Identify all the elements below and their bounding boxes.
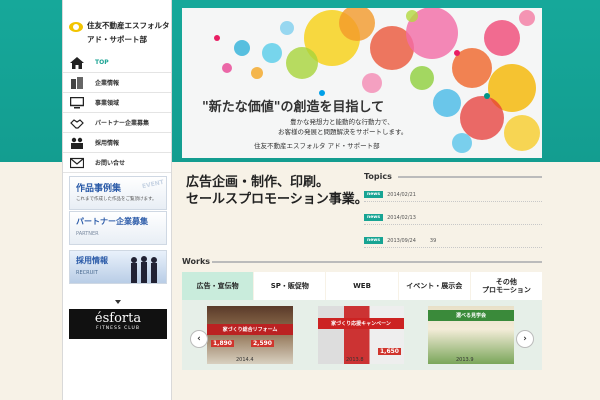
works-banner-deco: EVENT <box>141 178 165 191</box>
building-icon <box>69 76 85 89</box>
work-thumbnail[interactable]: 選べる見学会 <box>428 306 514 364</box>
envelope-icon <box>69 157 85 169</box>
works-heading: Works <box>182 257 542 266</box>
tab-sp-promo[interactable]: SP・販促物 <box>254 272 326 300</box>
tagline: 広告企画・制作、印刷。 セールスプロモーション事業。 <box>186 174 368 208</box>
thumb-price: 1,650 <box>378 348 401 355</box>
nav-item-top[interactable]: TOP <box>63 53 171 73</box>
nav-label: 事業領域 <box>95 100 120 107</box>
hero-headline: "新たな価値"の創造を目指して <box>202 100 385 115</box>
nav-item-business[interactable]: 事業領域 <box>63 93 171 113</box>
topic-row[interactable]: news 2014/02/13 <box>364 211 542 225</box>
business-people-icon <box>131 256 157 283</box>
news-tag: news <box>364 237 384 244</box>
nav-label: 採用情報 <box>95 140 120 147</box>
thumb-price: 1,890 <box>211 340 234 347</box>
work-thumbnail[interactable]: 家づくり応援キャンペーン 1,650 <box>318 306 404 364</box>
recruit-banner-title: 採用情報 <box>76 256 108 265</box>
esforta-brand: ésforta <box>94 311 142 326</box>
people-icon <box>69 137 85 149</box>
esforta-sub: FITNESS CLUB <box>96 326 140 331</box>
nav-label: 企業情報 <box>95 80 120 87</box>
main-nav: TOP 企業情報 事業領域 パートナー企業募集 採用情報 お問い合せ <box>63 53 171 173</box>
topic-text: 39 <box>429 237 437 244</box>
thumb-caption: 2014.4 <box>236 357 254 363</box>
news-tag: news <box>364 214 384 221</box>
thumb-band: 家づくり総合リフォーム <box>207 324 293 335</box>
esforta-banner[interactable]: ésforta FITNESS CLUB <box>69 309 167 339</box>
thumb-caption: 2013.8 <box>346 357 364 363</box>
topic-date: 2014/02/13 <box>387 214 416 221</box>
logo-mark-icon <box>69 22 83 32</box>
recruit-banner-sub: RECRUIT <box>76 270 98 276</box>
nav-item-partner[interactable]: パートナー企業募集 <box>63 113 171 133</box>
tagline-line-1: 広告企画・制作、印刷。 <box>186 175 330 190</box>
logo-division-name: アド・サポート部 <box>87 35 147 44</box>
nav-item-contact[interactable]: お問い合せ <box>63 153 171 173</box>
topic-date: 2013/09/24 <box>387 237 416 244</box>
nav-item-recruit[interactable]: 採用情報 <box>63 133 171 153</box>
tab-event[interactable]: イベント・展示会 <box>398 272 470 300</box>
news-tag: news <box>364 191 384 198</box>
thumb-band: 家づくり応援キャンペーン <box>318 318 404 329</box>
work-thumbnail[interactable]: 家づくり総合リフォーム 1,890 2,590 <box>207 306 293 364</box>
thumb-band: 選べる見学会 <box>428 310 514 321</box>
partner-banner-title: パートナー企業募集 <box>76 217 148 226</box>
sidebar: 住友不動産エスフォルタ アド・サポート部 TOP 企業情報 事業領域 パートナー… <box>62 0 172 400</box>
monitor-icon <box>69 96 85 109</box>
tab-advertising[interactable]: 広告・宣伝物 <box>182 272 254 300</box>
logo-company-name: 住友不動産エスフォルタ <box>87 21 170 30</box>
works-banner[interactable]: 作品事例集 これまで作成した作品をご覧頂けます。 EVENT <box>69 176 167 210</box>
topic-date: 2014/02/21 <box>387 191 416 198</box>
handshake-icon <box>69 117 85 129</box>
site-logo[interactable]: 住友不動産エスフォルタ アド・サポート部 <box>69 16 173 50</box>
nav-label: パートナー企業募集 <box>95 120 150 127</box>
tagline-line-2: セールスプロモーション事業。 <box>186 192 368 207</box>
topic-row[interactable]: news 2013/09/24 39 <box>364 234 542 248</box>
hero-subtext-1: 豊かな発想力と能動的な行動力で、 <box>290 118 394 126</box>
works-banner-title: 作品事例集 <box>76 184 122 194</box>
topics-heading: Topics <box>364 172 542 181</box>
hero-banner: "新たな価値"の創造を目指して 豊かな発想力と能動的な行動力で、 お客様の発展と… <box>182 8 542 158</box>
recruit-banner[interactable]: 採用情報 RECRUIT <box>69 250 167 284</box>
carousel-prev-button[interactable]: ‹ <box>190 330 208 348</box>
thumb-caption: 2013.9 <box>456 357 474 363</box>
works-tabs: 広告・宣伝物 SP・販促物 WEB イベント・展示会 その他 プロモーション <box>182 272 543 300</box>
partner-banner[interactable]: パートナー企業募集 PARTNER <box>69 211 167 245</box>
hero-company: 住友不動産エスフォルタ アド・サポート部 <box>254 142 380 150</box>
nav-label: お問い合せ <box>95 160 126 167</box>
hero-subtext-2: お客様の発展と問題解決をサポートします。 <box>278 128 408 136</box>
carousel-next-button[interactable]: › <box>516 330 534 348</box>
nav-label: TOP <box>95 59 109 66</box>
topic-row[interactable]: news 2014/02/21 <box>364 188 542 202</box>
nav-item-company[interactable]: 企業情報 <box>63 73 171 93</box>
arrow-down-icon <box>115 300 121 304</box>
home-icon <box>69 56 85 69</box>
tab-other-promotion[interactable]: その他 プロモーション <box>470 272 543 300</box>
partner-banner-sub: PARTNER <box>76 231 99 237</box>
works-banner-sub: これまで作成した作品をご覧頂けます。 <box>76 197 157 202</box>
thumb-price: 2,590 <box>251 340 274 347</box>
tab-web[interactable]: WEB <box>326 272 398 300</box>
